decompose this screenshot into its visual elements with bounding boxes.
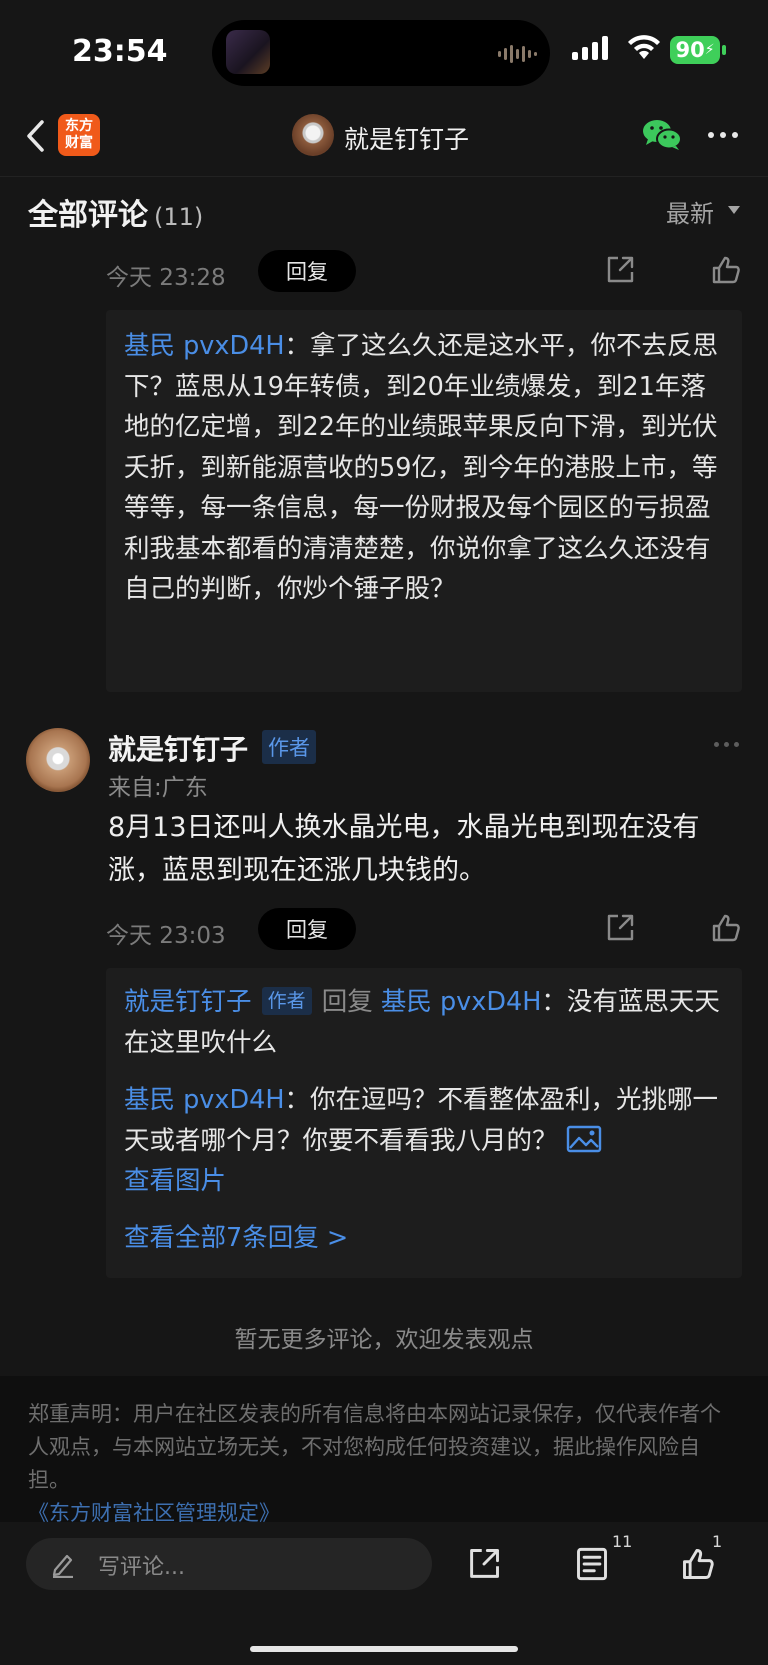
sub-replies-box: 就是钉钉子 作者 回复 基民 pvxD4H：没有蓝思天天在这里吹什么 基民 pv… [106, 968, 742, 1278]
disclaimer-body: 郑重声明：用户在社区发表的所有信息将由本网站记录保存，仅代表作者个人观点，与本网… [28, 1402, 721, 1492]
comments-count: (11) [154, 203, 204, 231]
like-count-badge: 1 [712, 1532, 723, 1551]
sub-reply-2-user[interactable]: 基民 pvxD4H [124, 1085, 285, 1115]
community-rules-link[interactable]: 《东方财富社区管理规定》 [28, 1501, 280, 1522]
quoted-user-link[interactable]: 基民 pvxD4H [124, 331, 285, 361]
disclaimer-area: 郑重声明：用户在社区发表的所有信息将由本网站记录保存，仅代表作者个人观点，与本网… [0, 1376, 768, 1522]
quoted-reply-text: 拿了这么久还是这水平，你不去反思下？蓝思从19年转债，到20年业绩爆发，到21年… [124, 331, 719, 604]
author-avatar[interactable] [292, 114, 334, 156]
bottom-like-icon[interactable] [680, 1546, 716, 1582]
like-icon[interactable] [710, 254, 742, 286]
sub-reply-2-sep: ： [284, 1085, 311, 1115]
app-logo[interactable]: 东方 财富 [58, 114, 100, 156]
battery-tip [722, 45, 726, 55]
view-all-replies-link[interactable]: 查看全部7条回复 > [124, 1218, 726, 1259]
comment-count-badge: 11 [612, 1532, 633, 1551]
battery-level: 90 [675, 38, 705, 62]
disclaimer-text: 郑重声明：用户在社区发表的所有信息将由本网站记录保存，仅代表作者个人观点，与本网… [28, 1398, 728, 1522]
comments-heading: 全部评论 (11) [28, 190, 203, 234]
audio-wave-icon [498, 44, 537, 64]
sub-reply-1[interactable]: 就是钉钉子 作者 回复 基民 pvxD4H：没有蓝思天天在这里吹什么 [124, 982, 726, 1063]
comment-reply-button[interactable]: 回复 [258, 908, 356, 950]
comments-title: 全部评论 [28, 198, 148, 233]
back-icon[interactable] [22, 118, 52, 154]
logo-line2: 财富 [65, 135, 93, 151]
pencil-icon [52, 1554, 73, 1578]
comment-more-icon[interactable] [714, 742, 739, 747]
sub-reply-1-user[interactable]: 就是钉钉子 [124, 987, 252, 1017]
image-icon[interactable] [566, 1125, 602, 1153]
wechat-icon[interactable] [642, 118, 682, 152]
comment-input-placeholder[interactable]: 写评论... [98, 1549, 185, 1581]
status-time: 23:54 [72, 34, 168, 69]
page-title[interactable]: 就是钉钉子 [344, 120, 469, 156]
now-playing-thumbnail[interactable] [226, 30, 270, 74]
sub-reply-1-target[interactable]: 基民 pvxD4H [381, 987, 542, 1017]
comment-timestamp: 今天 23:03 [106, 923, 226, 949]
battery-indicator: 90 ⚡ [670, 36, 720, 64]
chevron-down-icon[interactable] [728, 206, 740, 214]
comment-like-icon[interactable] [710, 912, 742, 944]
reply-timestamp: 今天 23:28 [106, 265, 226, 291]
comment-input[interactable] [26, 1538, 432, 1590]
bottom-share-icon[interactable] [466, 1546, 502, 1582]
sub-reply-2[interactable]: 基民 pvxD4H：你在逗吗？不看整体盈利，光挑哪一天或者哪个月？你要不看看我八… [124, 1080, 726, 1202]
author-badge: 作者 [262, 730, 316, 764]
reply-button[interactable]: 回复 [258, 250, 356, 292]
share-icon[interactable] [604, 254, 636, 286]
quote-separator: ： [284, 331, 311, 361]
no-more-comments: 暂无更多评论，欢迎发表观点 [234, 1327, 534, 1353]
commenter-location: 来自:广东 [108, 775, 208, 801]
home-indicator [250, 1646, 518, 1652]
comment-share-icon[interactable] [604, 912, 636, 944]
comments-list-icon[interactable] [574, 1546, 610, 1582]
sub-reply-1-reply-word: 回复 [321, 987, 373, 1017]
quoted-reply: 基民 pvxD4H：拿了这么久还是这水平，你不去反思下？蓝思从19年转债，到20… [124, 326, 726, 610]
nav-divider [0, 176, 768, 177]
cellular-signal-icon [572, 36, 608, 60]
sort-dropdown[interactable]: 最新 [666, 194, 714, 229]
sub-reply-1-sep: ： [541, 987, 567, 1017]
logo-line1: 东方 [65, 118, 93, 134]
sub-reply-1-author-tag: 作者 [261, 987, 312, 1015]
view-image-link[interactable]: 查看图片 [124, 1166, 226, 1196]
commenter-avatar[interactable] [26, 728, 90, 792]
quoted-reply-box[interactable]: 基民 pvxD4H：拿了这么久还是这水平，你不去反思下？蓝思从19年转债，到20… [106, 310, 742, 692]
comment-body: 8月13日还叫人换水晶光电，水晶光电到现在没有涨，蓝思到现在还涨几块钱的。 [108, 812, 700, 886]
wifi-icon [628, 35, 660, 59]
commenter-name[interactable]: 就是钉钉子 [108, 728, 248, 768]
more-icon[interactable] [708, 132, 738, 138]
